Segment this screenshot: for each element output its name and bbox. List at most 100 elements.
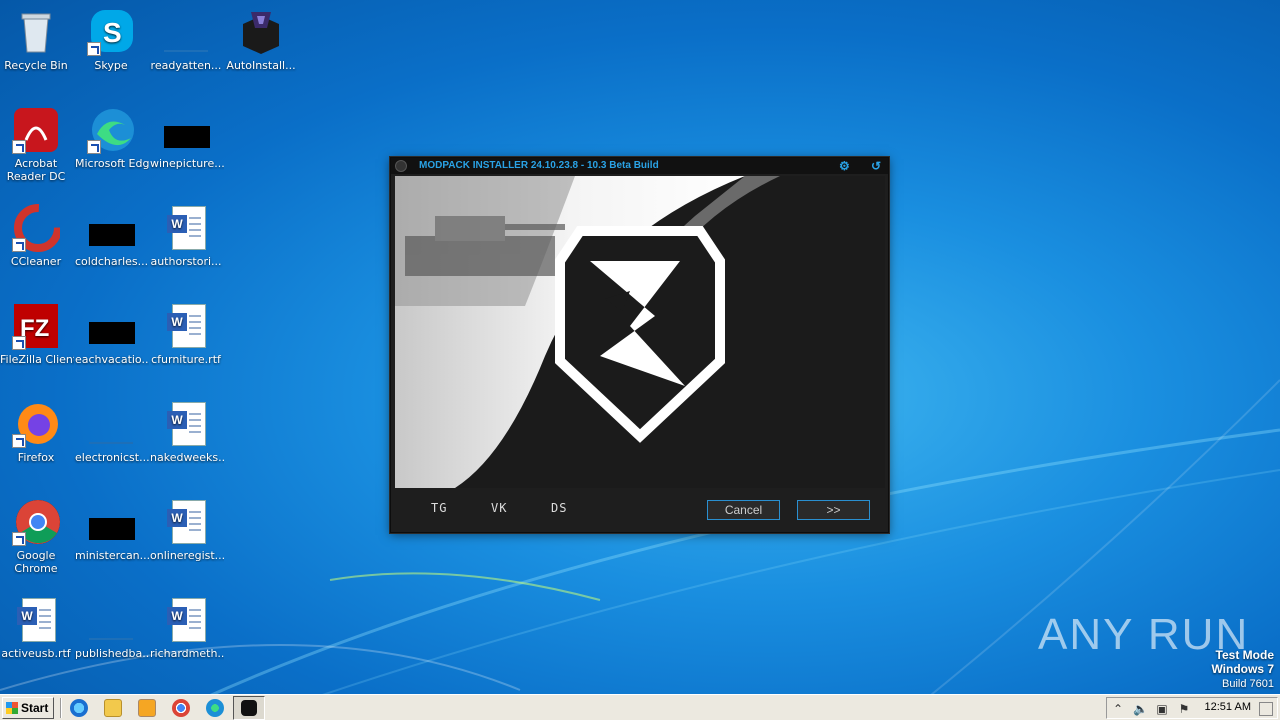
- banner-art: [395, 176, 885, 488]
- desktop-icon-label: cfurniture.rtf: [151, 353, 221, 366]
- desktop-icon-readyatten[interactable]: readyatten...: [148, 8, 224, 72]
- network-icon[interactable]: ▣: [1155, 702, 1169, 716]
- desktop-icon-richardmeth[interactable]: W richardmeth...: [148, 596, 224, 660]
- installer-window[interactable]: MODPACK INSTALLER 24.10.23.8 - 10.3 Beta…: [390, 157, 889, 533]
- file-icon: [162, 8, 210, 56]
- word-doc-icon: W: [162, 204, 210, 252]
- desktop-icon-label: activeusb.rtf: [1, 647, 71, 660]
- chrome-icon: [12, 498, 60, 546]
- windows-flag-icon: [6, 702, 18, 714]
- installer-banner: [395, 176, 885, 488]
- desktop-icon-eachvacatio[interactable]: eachvacatio...: [73, 302, 149, 366]
- cancel-button[interactable]: Cancel: [707, 500, 780, 520]
- chrome-taskbar-icon[interactable]: [172, 699, 190, 717]
- start-label: Start: [21, 701, 49, 715]
- desktop-icon-electronicst[interactable]: electronicst...: [73, 400, 149, 464]
- filezilla-icon: FZ: [12, 302, 60, 350]
- desktop-icon-label: readyatten...: [150, 59, 222, 72]
- desktop-icon-label: CCleaner: [10, 255, 62, 268]
- installer-title: MODPACK INSTALLER 24.10.23.8 - 10.3 Beta…: [419, 160, 659, 171]
- desktop-icon-ministercan[interactable]: ministercan...: [73, 498, 149, 562]
- taskbar: Start ⌃ 🔈 ▣ ⚑ 12:51 AM: [0, 694, 1280, 720]
- taskbar-separator: [60, 698, 62, 718]
- firefox-icon: [12, 400, 60, 448]
- desktop-icon-label: winepicture...: [150, 157, 224, 170]
- desktop-icon-onlineregist[interactable]: W onlineregist...: [148, 498, 224, 562]
- desktop-icon-cfurniture[interactable]: W cfurniture.rtf: [148, 302, 224, 366]
- shortcut-arrow-icon: [12, 532, 26, 546]
- desktop-icon-label: publishedba...: [75, 647, 149, 660]
- ccleaner-icon: [12, 204, 62, 252]
- desktop-icon-acrobat[interactable]: Acrobat Reader DC: [0, 106, 74, 183]
- svg-text:S: S: [103, 17, 122, 48]
- desktop-icon-ccleaner[interactable]: CCleaner: [0, 204, 74, 268]
- show-desktop-icon[interactable]: [1259, 702, 1273, 716]
- installer-taskbar-button[interactable]: [233, 696, 265, 720]
- shortcut-arrow-icon: [12, 336, 26, 350]
- desktop-icon-publishedba[interactable]: publishedba...: [73, 596, 149, 660]
- desktop-icon-label: Recycle Bin: [4, 59, 68, 72]
- word-doc-icon: W: [162, 596, 210, 644]
- vk-link[interactable]: VK: [491, 501, 507, 515]
- desktop-icon-label: Acrobat Reader DC: [6, 157, 66, 183]
- file-icon: [87, 400, 135, 448]
- edge-icon: [87, 106, 135, 154]
- word-doc-icon: W: [162, 498, 210, 546]
- desktop-icon-authorstori[interactable]: W authorstori...: [148, 204, 224, 268]
- autoinstaller-taskbar-icon: [241, 700, 257, 716]
- installer-footer: TG VK DS Cancel >>: [391, 488, 888, 532]
- tg-link[interactable]: TG: [431, 501, 447, 515]
- desktop-icon-autoinstaller[interactable]: AutoInstall...: [223, 8, 299, 72]
- shortcut-arrow-icon: [12, 140, 26, 154]
- test-mode-label: Test Mode: [1215, 648, 1274, 662]
- desktop-icon-label: FileZilla Client: [0, 353, 74, 366]
- image-file-icon: [87, 302, 135, 350]
- desktop-icon-label: richardmeth...: [150, 647, 224, 660]
- explorer-folder-icon[interactable]: [104, 699, 122, 717]
- desktop-icon-chrome[interactable]: Google Chrome: [0, 498, 74, 575]
- system-tray: ⌃ 🔈 ▣ ⚑ 12:51 AM: [1106, 697, 1278, 719]
- desktop-icon-nakedweeks[interactable]: W nakedweeks...: [148, 400, 224, 464]
- edge-taskbar-icon[interactable]: [206, 699, 224, 717]
- build-label: Build 7601: [1222, 678, 1274, 690]
- clock[interactable]: 12:51 AM: [1205, 701, 1251, 713]
- skype-icon: S: [87, 8, 135, 56]
- desktop-icon-skype[interactable]: S Skype: [73, 8, 149, 72]
- shortcut-arrow-icon: [87, 140, 101, 154]
- desktop-icon-label: authorstori...: [150, 255, 222, 268]
- ds-link[interactable]: DS: [551, 501, 567, 515]
- minimize-swirl-icon[interactable]: ↺: [871, 158, 881, 174]
- desktop-icon-label: onlineregist...: [150, 549, 224, 562]
- image-file-icon: [87, 204, 135, 252]
- desktop-icon-label: Firefox: [17, 451, 55, 464]
- desktop-icon-label: AutoInstall...: [226, 59, 296, 72]
- desktop-icon-label: Google Chrome: [14, 549, 58, 575]
- desktop-icon-label: Microsoft Edge: [75, 157, 149, 170]
- desktop-icon-edge[interactable]: Microsoft Edge: [73, 106, 149, 170]
- autoinstaller-icon: [237, 8, 285, 56]
- word-doc-icon: W: [162, 302, 210, 350]
- app-logo-icon: [395, 160, 407, 172]
- ie-icon[interactable]: [70, 699, 88, 717]
- volume-icon[interactable]: 🔈: [1133, 702, 1148, 716]
- installer-titlebar[interactable]: MODPACK INSTALLER 24.10.23.8 - 10.3 Beta…: [391, 158, 888, 174]
- desktop-icon-coldcharles[interactable]: coldcharles...: [73, 204, 149, 268]
- settings-gear-icon[interactable]: ⚙: [839, 158, 850, 174]
- word-doc-icon: W: [162, 400, 210, 448]
- desktop-icon-activeusb[interactable]: W activeusb.rtf: [0, 596, 74, 660]
- media-player-icon[interactable]: [138, 699, 156, 717]
- desktop-icon-recycle-bin[interactable]: Recycle Bin: [0, 8, 74, 72]
- start-button[interactable]: Start: [2, 697, 54, 719]
- shortcut-arrow-icon: [12, 238, 26, 252]
- desktop-icon-filezilla[interactable]: FZ FileZilla Client: [0, 302, 74, 366]
- tray-expand-icon[interactable]: ⌃: [1111, 702, 1125, 716]
- desktop-icon-label: ministercan...: [75, 549, 149, 562]
- desktop-icon-label: eachvacatio...: [75, 353, 149, 366]
- recycle-bin-icon: [12, 8, 60, 56]
- desktop-icon-label: nakedweeks...: [150, 451, 224, 464]
- desktop-icon-winepicture[interactable]: winepicture...: [148, 106, 224, 170]
- desktop-icon-firefox[interactable]: Firefox: [0, 400, 74, 464]
- acrobat-icon: [12, 106, 60, 154]
- next-button[interactable]: >>: [797, 500, 870, 520]
- action-center-flag-icon[interactable]: ⚑: [1177, 702, 1191, 716]
